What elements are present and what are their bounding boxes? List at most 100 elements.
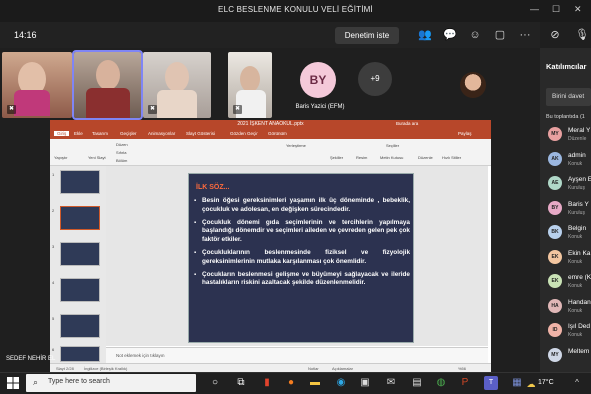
camera-off-icon[interactable]: ⊘ — [548, 28, 562, 42]
textbox-button[interactable]: Metin Kutusu — [380, 155, 403, 160]
zoom-level[interactable]: %56 — [458, 366, 466, 371]
edit-button[interactable]: Düzenle — [418, 155, 433, 160]
participant-role: Konuk — [568, 332, 583, 338]
participant-tile-2[interactable] — [72, 50, 143, 120]
mic-muted-icon: ✖ — [7, 105, 16, 114]
participant-avatar: MY — [548, 347, 562, 362]
picture-button[interactable]: Resim — [356, 155, 367, 160]
participant-list-item[interactable]: MY Meral Y Düzenle — [546, 124, 591, 146]
tab-review[interactable]: Gözden Geçir — [230, 131, 258, 136]
cortana-icon[interactable]: ○ — [208, 376, 222, 390]
slide-thumbnail[interactable] — [60, 346, 100, 362]
weather-temp[interactable]: 17°C — [538, 379, 554, 386]
people-icon[interactable]: 👥 — [418, 28, 432, 42]
participant-list-item[interactable]: MY Meltem — [546, 345, 591, 367]
comments-toggle[interactable]: Açıklamalar — [332, 366, 353, 371]
tab-home[interactable]: Giriş — [54, 131, 70, 136]
participant-avatar: AE — [548, 176, 562, 190]
office-icon[interactable]: ▮ — [260, 376, 274, 390]
slide-bullet: Besin öğesi gereksinimleri yaşamın ilk ü… — [194, 197, 410, 215]
reset-button[interactable]: Sıfırla — [116, 150, 126, 155]
participant-name: Baris Y — [568, 200, 589, 208]
participant-tile-3[interactable]: ✖ — [143, 52, 211, 118]
taskbar-search[interactable]: ⌕ Type here to search — [26, 374, 196, 392]
participant-list-item[interactable]: ID Işıl Ded Konuk — [546, 320, 591, 342]
notes-pane[interactable]: Not eklemek için tıklayın — [106, 347, 488, 363]
new-slide-button[interactable]: Yeni Slayt — [88, 155, 106, 160]
tray-chevron-icon[interactable]: ^ — [570, 376, 584, 390]
mail-icon[interactable]: ✉ — [384, 376, 398, 390]
layout-button[interactable]: Düzen — [116, 142, 128, 147]
participant-name: admin — [568, 151, 586, 159]
participant-avatar-photo[interactable] — [460, 72, 486, 98]
participant-avatar: EK — [548, 274, 562, 288]
shapes-button[interactable]: Seçiller — [386, 143, 399, 148]
thumb-number: 1 — [52, 172, 55, 177]
share-button[interactable]: Paylaş — [458, 131, 472, 136]
tab-animations[interactable]: Animasyonlar — [148, 131, 175, 136]
quick-styles-button[interactable]: Hızlı Stiller — [442, 155, 461, 160]
chat-icon[interactable]: 💬 — [443, 28, 457, 42]
slide-bullet: Çocukluklarının beslenmesinde fiziksel v… — [194, 249, 410, 267]
powerpoint-icon[interactable]: P — [458, 376, 472, 390]
chrome-icon[interactable]: ◍ — [434, 376, 448, 390]
participant-list-item[interactable]: EK emre (K Konuk — [546, 271, 591, 293]
tab-design[interactable]: Tasarım — [92, 131, 108, 136]
explorer-icon[interactable]: ▬ — [308, 376, 322, 390]
participant-role: Kuruluş — [568, 209, 585, 216]
participant-tile-4[interactable]: ✖ — [228, 52, 272, 118]
photos-icon[interactable]: ▤ — [410, 376, 424, 390]
in-meeting-section[interactable]: Bu toplantıda (1 — [546, 114, 585, 120]
slide-thumbnail[interactable] — [60, 278, 100, 302]
arrange-button[interactable]: Yerleştirme — [286, 143, 306, 148]
minimize-icon[interactable]: — — [530, 4, 539, 14]
participant-shirt — [14, 90, 50, 116]
participant-list-item[interactable]: AK admin Konuk — [546, 149, 591, 171]
invite-placeholder: Birini davet — [552, 93, 585, 100]
participant-list-item[interactable]: BK Belgin Konuk — [546, 222, 591, 244]
request-control-button[interactable]: Denetim iste — [335, 27, 399, 44]
participant-shirt — [86, 88, 130, 118]
shapes-gallery[interactable]: Şekiller — [330, 155, 343, 160]
invite-input[interactable]: Birini davet — [546, 88, 591, 106]
tab-view[interactable]: Görünüm — [268, 131, 287, 136]
react-icon[interactable]: ☺ — [468, 28, 482, 42]
slide-thumbnail-selected[interactable] — [60, 206, 100, 230]
firefox-icon[interactable]: ● — [284, 376, 298, 390]
maximize-icon[interactable]: ☐ — [552, 4, 560, 15]
weather-icon[interactable]: ☁ — [524, 377, 538, 391]
notes-toggle[interactable]: Notlar — [308, 366, 319, 371]
participant-tile-1[interactable]: ✖ — [2, 52, 72, 118]
edge-icon[interactable]: ◉ — [334, 376, 348, 390]
more-icon[interactable]: ··· — [518, 28, 532, 42]
paste-button[interactable]: Yapıştır — [54, 155, 68, 160]
tab-transitions[interactable]: Geçişler — [120, 131, 137, 136]
taskview-icon[interactable]: ⧉ — [234, 376, 248, 390]
language-status: İngilizce (Birleşik Krallık) — [84, 366, 128, 371]
participant-role: Konuk — [568, 283, 583, 289]
participant-list-item[interactable]: HA Handan Konuk — [546, 296, 591, 318]
more-participants-button[interactable]: +9 — [358, 62, 392, 96]
store-icon[interactable]: ▣ — [358, 376, 372, 390]
section-button[interactable]: Bölüm — [116, 158, 127, 163]
ppt-search[interactable]: Burada ara — [396, 121, 418, 126]
slide-thumbnail[interactable] — [60, 242, 100, 266]
slide-thumbnail[interactable] — [60, 170, 100, 194]
tab-insert[interactable]: Ekle — [74, 131, 83, 136]
thumb-number: 6 — [52, 347, 55, 352]
participant-list-item[interactable]: AE Ayşen E Kuruluş — [546, 173, 591, 195]
participant-avatar[interactable]: BY — [300, 62, 336, 98]
participant-list-item[interactable]: EK Ekin Ka Konuk — [546, 247, 591, 269]
participant-avatar: AK — [548, 151, 562, 166]
rooms-icon[interactable]: ▢ — [493, 28, 507, 42]
participant-list-item[interactable]: BY Baris Y Kuruluş — [546, 198, 591, 220]
app-icon[interactable]: ▦ — [510, 376, 524, 390]
thumb-number: 2 — [52, 208, 55, 213]
tab-slideshow[interactable]: Slayt Gösterisi — [186, 131, 215, 136]
windows-start-icon[interactable] — [6, 376, 20, 390]
mic-off-icon[interactable]: 🎙 — [575, 28, 589, 42]
slide-thumbnail[interactable] — [60, 314, 100, 338]
close-icon[interactable]: ✕ — [574, 4, 582, 15]
teams-icon[interactable]: T — [484, 376, 498, 390]
presenter-name: SEDEF NEHİR EL — [6, 356, 56, 362]
